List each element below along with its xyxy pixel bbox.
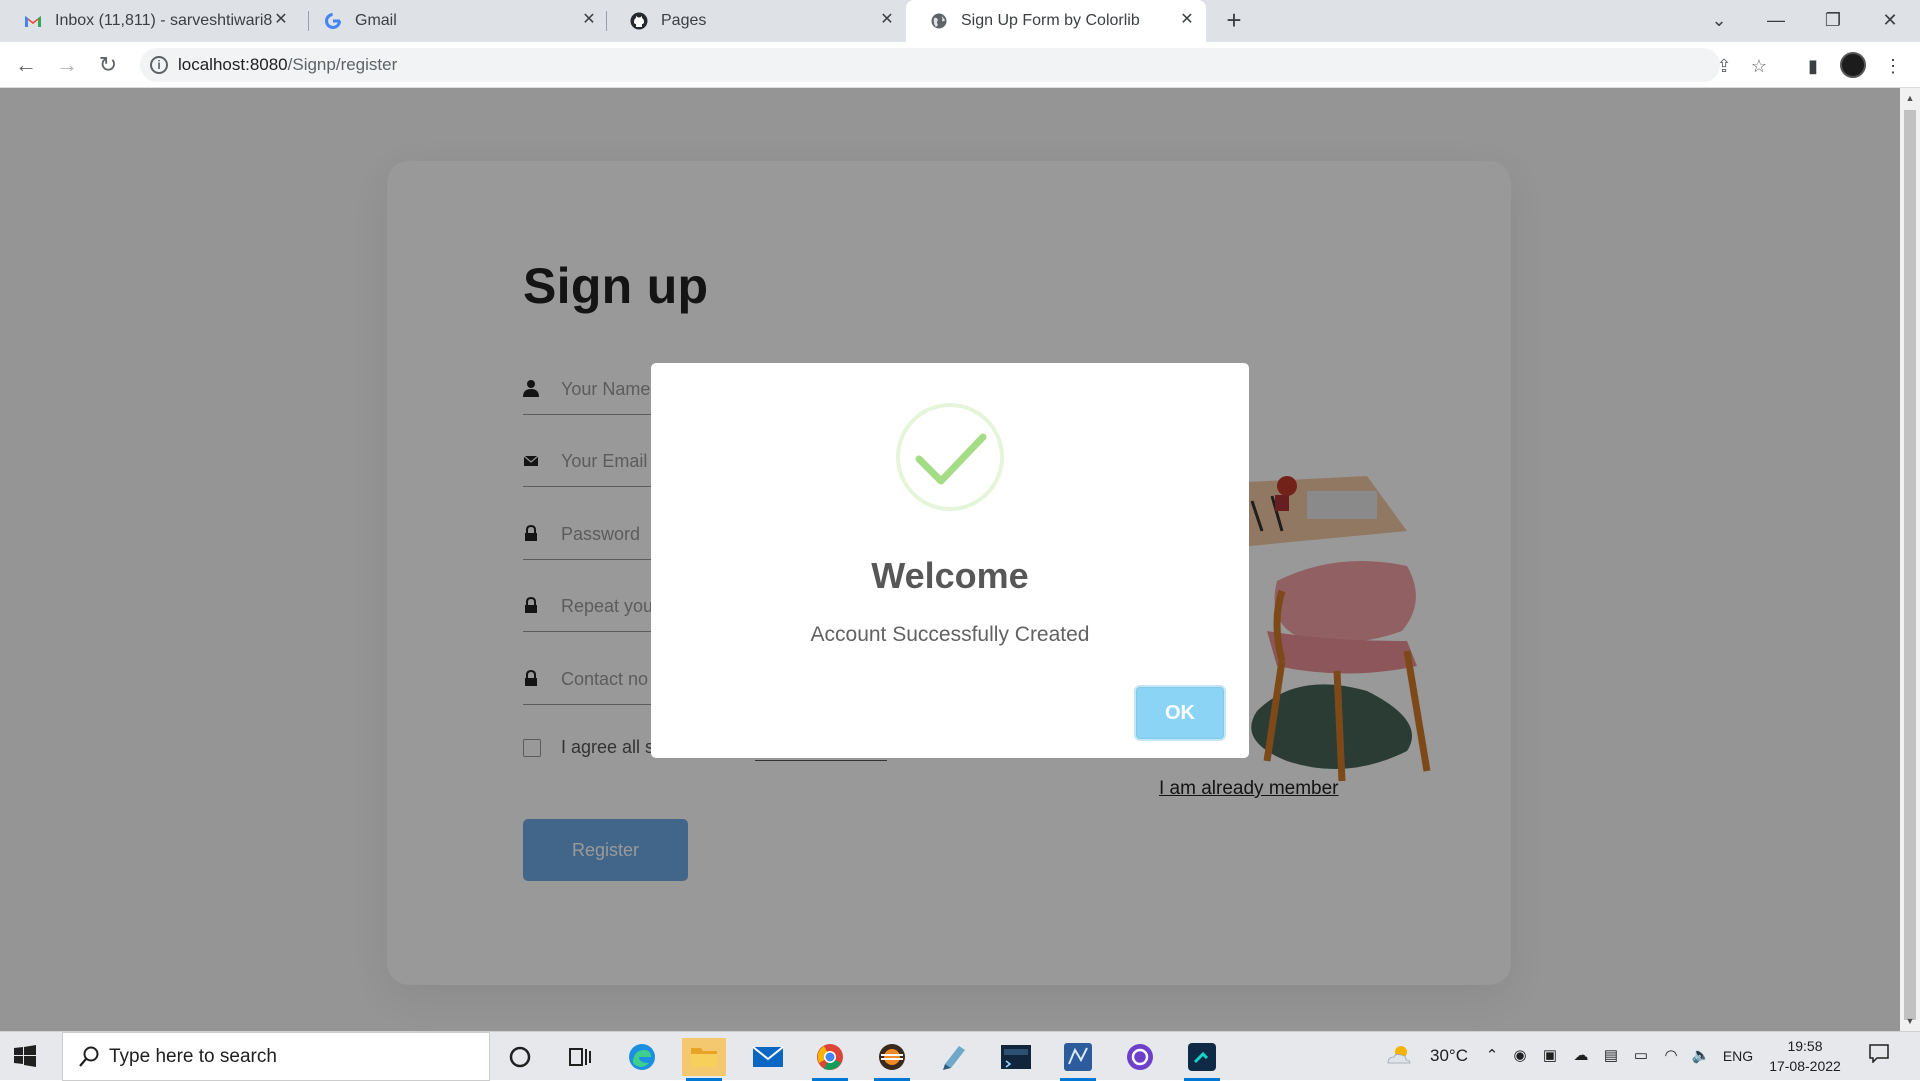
clock-time: 19:58 bbox=[1787, 1038, 1823, 1054]
url-path: /Signp/register bbox=[287, 55, 398, 74]
mail-app-icon[interactable] bbox=[746, 1038, 790, 1076]
close-icon[interactable]: ✕ bbox=[272, 11, 290, 29]
notepad-icon[interactable] bbox=[932, 1038, 976, 1076]
back-icon[interactable]: ← bbox=[12, 51, 40, 79]
github-icon bbox=[630, 12, 648, 30]
file-explorer-icon[interactable] bbox=[682, 1038, 726, 1081]
check-icon bbox=[915, 433, 987, 485]
windows-start-icon[interactable] bbox=[14, 1045, 36, 1067]
edge-icon[interactable] bbox=[620, 1038, 664, 1076]
clock-date: 17-08-2022 bbox=[1769, 1058, 1841, 1074]
modal-title: Welcome bbox=[871, 555, 1029, 596]
share-icon[interactable]: ⇪ bbox=[1713, 55, 1735, 77]
site-info-icon[interactable]: i bbox=[150, 56, 168, 74]
search-placeholder: Type here to search bbox=[109, 1046, 277, 1067]
cortana-icon[interactable] bbox=[498, 1038, 542, 1076]
close-icon[interactable]: ✕ bbox=[1178, 11, 1196, 29]
tab-inbox[interactable]: Inbox (11,811) - sarveshtiwari880 ✕ bbox=[0, 0, 300, 42]
weather-temp[interactable]: 30°C bbox=[1422, 1043, 1476, 1069]
onedrive-icon[interactable]: ☁ bbox=[1570, 1043, 1592, 1069]
side-panel-icon[interactable]: ▮ bbox=[1800, 53, 1826, 79]
maximize-button[interactable]: ❐ bbox=[1810, 6, 1856, 34]
mysql-shell-icon[interactable] bbox=[994, 1038, 1038, 1076]
language-indicator[interactable]: ENG bbox=[1720, 1043, 1756, 1069]
taskbar-clock[interactable]: 19:58 17-08-2022 bbox=[1760, 1036, 1850, 1076]
new-tab-button[interactable]: + bbox=[1222, 7, 1246, 33]
volume-icon[interactable]: 🔈 bbox=[1690, 1043, 1712, 1069]
ok-button[interactable]: OK bbox=[1136, 687, 1224, 739]
close-icon[interactable]: ✕ bbox=[580, 11, 598, 29]
close-icon[interactable]: ✕ bbox=[878, 11, 896, 29]
windows-taskbar: Type here to search 30°C ⌃ ◉ ▣ ☁ ▤ ▭ ◠ 🔈… bbox=[0, 1031, 1920, 1081]
taskbar-search[interactable]: Type here to search bbox=[62, 1032, 490, 1081]
wifi-icon[interactable]: ◠ bbox=[1660, 1043, 1682, 1069]
menu-icon[interactable]: ⋮ bbox=[1880, 53, 1906, 79]
url-host: localhost:8080 bbox=[178, 55, 288, 74]
meet-icon[interactable]: ▣ bbox=[1540, 1043, 1560, 1069]
tab-gmail[interactable]: Gmail ✕ bbox=[300, 0, 608, 42]
reload-icon[interactable]: ↻ bbox=[94, 51, 122, 79]
success-dialog: Welcome Account Successfully Created OK bbox=[651, 363, 1249, 758]
gmail-icon bbox=[25, 16, 41, 27]
task-view-icon[interactable] bbox=[558, 1038, 602, 1076]
tab-title: Gmail bbox=[355, 12, 397, 29]
weather-icon[interactable] bbox=[1384, 1043, 1414, 1069]
forward-icon[interactable]: → bbox=[53, 51, 81, 79]
google-icon bbox=[325, 13, 341, 29]
tab-pages[interactable]: Pages ✕ bbox=[606, 0, 906, 42]
mysql-workbench-icon[interactable] bbox=[1056, 1038, 1100, 1081]
tab-bar: Inbox (11,811) - sarveshtiwari880 ✕ Gmai… bbox=[0, 0, 1920, 42]
tab-title: Sign Up Form by Colorlib bbox=[961, 12, 1140, 29]
globe-icon bbox=[931, 13, 947, 29]
scroll-down-icon[interactable]: ▼ bbox=[1904, 1015, 1916, 1027]
page-content: Sign up Your Name Your Email Password Re… bbox=[0, 88, 1900, 1031]
chevron-up-icon[interactable]: ⌃ bbox=[1482, 1043, 1502, 1069]
browser-toolbar: ← → ↻ i localhost:8080/Signp/register ⇪ … bbox=[0, 42, 1920, 88]
search-icon bbox=[79, 1046, 99, 1067]
github-desktop-icon[interactable] bbox=[1118, 1038, 1162, 1076]
battery-icon[interactable]: ▭ bbox=[1630, 1043, 1652, 1069]
chrome-icon[interactable] bbox=[808, 1038, 852, 1081]
tab-title: Inbox (11,811) - sarveshtiwari880 bbox=[55, 12, 273, 29]
modal-message: Account Successfully Created bbox=[810, 623, 1090, 646]
notifications-icon[interactable] bbox=[1866, 1043, 1892, 1069]
minimize-button[interactable]: — bbox=[1753, 6, 1799, 34]
terminal-app-icon[interactable] bbox=[1180, 1038, 1224, 1081]
bookmark-star-icon[interactable]: ☆ bbox=[1748, 55, 1770, 77]
page-scrollbar[interactable]: ▲ ▼ bbox=[1900, 88, 1920, 1031]
avatar[interactable] bbox=[1840, 52, 1866, 78]
tab-signup[interactable]: Sign Up Form by Colorlib ✕ bbox=[906, 0, 1206, 42]
close-window-button[interactable]: ✕ bbox=[1867, 6, 1913, 34]
tab-title: Pages bbox=[661, 12, 707, 29]
network-status-icon[interactable]: ▤ bbox=[1600, 1043, 1622, 1069]
address-bar[interactable]: i localhost:8080/Signp/register ⇪ ☆ bbox=[140, 48, 1767, 82]
url-text[interactable]: localhost:8080/Signp/register bbox=[178, 55, 397, 75]
scroll-thumb[interactable] bbox=[1904, 110, 1916, 1020]
tab-search-icon[interactable]: ⌄ bbox=[1696, 6, 1742, 34]
eclipse-icon[interactable] bbox=[870, 1038, 914, 1081]
scroll-up-icon[interactable]: ▲ bbox=[1904, 92, 1916, 104]
record-icon[interactable]: ◉ bbox=[1510, 1043, 1530, 1069]
